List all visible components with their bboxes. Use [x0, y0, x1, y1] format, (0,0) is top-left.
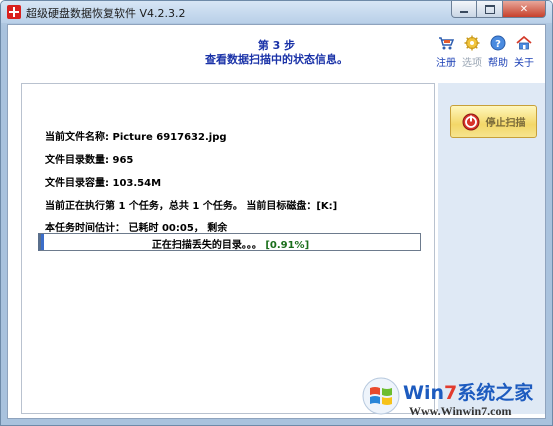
help-icon: ? — [490, 35, 506, 51]
dir-count-label: 文件目录数量: — [45, 155, 109, 166]
cart-icon — [439, 37, 454, 50]
watermark-url: Www.Winwin7.com — [409, 404, 512, 418]
svg-text:?: ? — [495, 39, 501, 50]
progress-percent: [0.91%] — [265, 240, 310, 251]
help-label: 帮助 — [488, 58, 508, 69]
current-file-label: 当前文件名称: — [45, 132, 109, 143]
time-estimate: 本任务时间估计： 已耗时 00:05， 剩余 — [45, 223, 228, 234]
dir-size-label: 文件目录容量: — [45, 178, 109, 189]
maximize-button[interactable] — [477, 1, 503, 18]
register-button[interactable]: 注册 — [433, 35, 459, 69]
minimize-icon — [460, 11, 468, 13]
register-label: 注册 — [436, 58, 456, 69]
gear-icon — [464, 35, 480, 51]
close-icon: ✕ — [519, 3, 529, 15]
stop-scan-label: 停止扫描 — [485, 118, 526, 129]
progress-text: 正在扫描丢失的目录。。。 [0.91%] — [41, 236, 420, 251]
watermark-brand-seven: 7 — [444, 382, 458, 404]
dir-count-row: 文件目录数量: 965 — [45, 151, 133, 166]
window-controls: ✕ — [451, 1, 546, 18]
about-label: 关于 — [514, 58, 534, 69]
minimize-button[interactable] — [451, 1, 477, 18]
windows-logo-icon — [362, 377, 400, 415]
stop-icon — [462, 113, 479, 130]
client-area: 第 3 步 查看数据扫描中的状态信息。 注册 选项 ? 帮助 关于 当前文件名称… — [7, 24, 546, 419]
scan-progress-bar: 正在扫描丢失的目录。。。 [0.91%] — [38, 233, 421, 251]
options-button[interactable]: 选项 — [459, 35, 485, 69]
app-icon — [7, 5, 21, 19]
watermark-brand: Win7系统之家 — [403, 378, 533, 405]
help-button[interactable]: ? 帮助 — [485, 35, 511, 69]
current-file-value: Picture 6917632.jpg — [112, 132, 227, 143]
watermark-brand-suffix: 系统之家 — [457, 382, 534, 404]
progress-status: 正在扫描丢失的目录。。。 — [151, 240, 262, 251]
house-icon — [516, 35, 532, 50]
about-button[interactable]: 关于 — [511, 35, 537, 69]
stop-scan-button[interactable]: 停止扫描 — [450, 105, 537, 138]
dir-count-value: 965 — [112, 155, 134, 166]
options-label: 选项 — [462, 58, 482, 69]
dir-size-row: 文件目录容量: 103.54M — [45, 174, 161, 189]
toolbar: 注册 选项 ? 帮助 关于 — [433, 35, 537, 69]
maximize-icon — [484, 4, 495, 14]
watermark: Win7系统之家 Www.Winwin7.com — [361, 376, 551, 424]
title-bar[interactable]: 超级硬盘数据恢复软件 V4.2.3.2 ✕ — [1, 1, 552, 23]
app-window: 超级硬盘数据恢复软件 V4.2.3.2 ✕ 第 3 步 查看数据扫描中的状态信息… — [0, 0, 553, 426]
dir-size-value: 103.54M — [112, 178, 162, 189]
current-file-row: 当前文件名称: Picture 6917632.jpg — [45, 128, 227, 143]
watermark-brand-prefix: Win — [403, 382, 444, 404]
close-button[interactable]: ✕ — [503, 1, 546, 18]
task-info: 当前正在执行第 1 个任务，总共 1 个任务。 当前目标磁盘：[K:] — [45, 201, 338, 212]
window-title: 超级硬盘数据恢复软件 V4.2.3.2 — [26, 7, 186, 20]
